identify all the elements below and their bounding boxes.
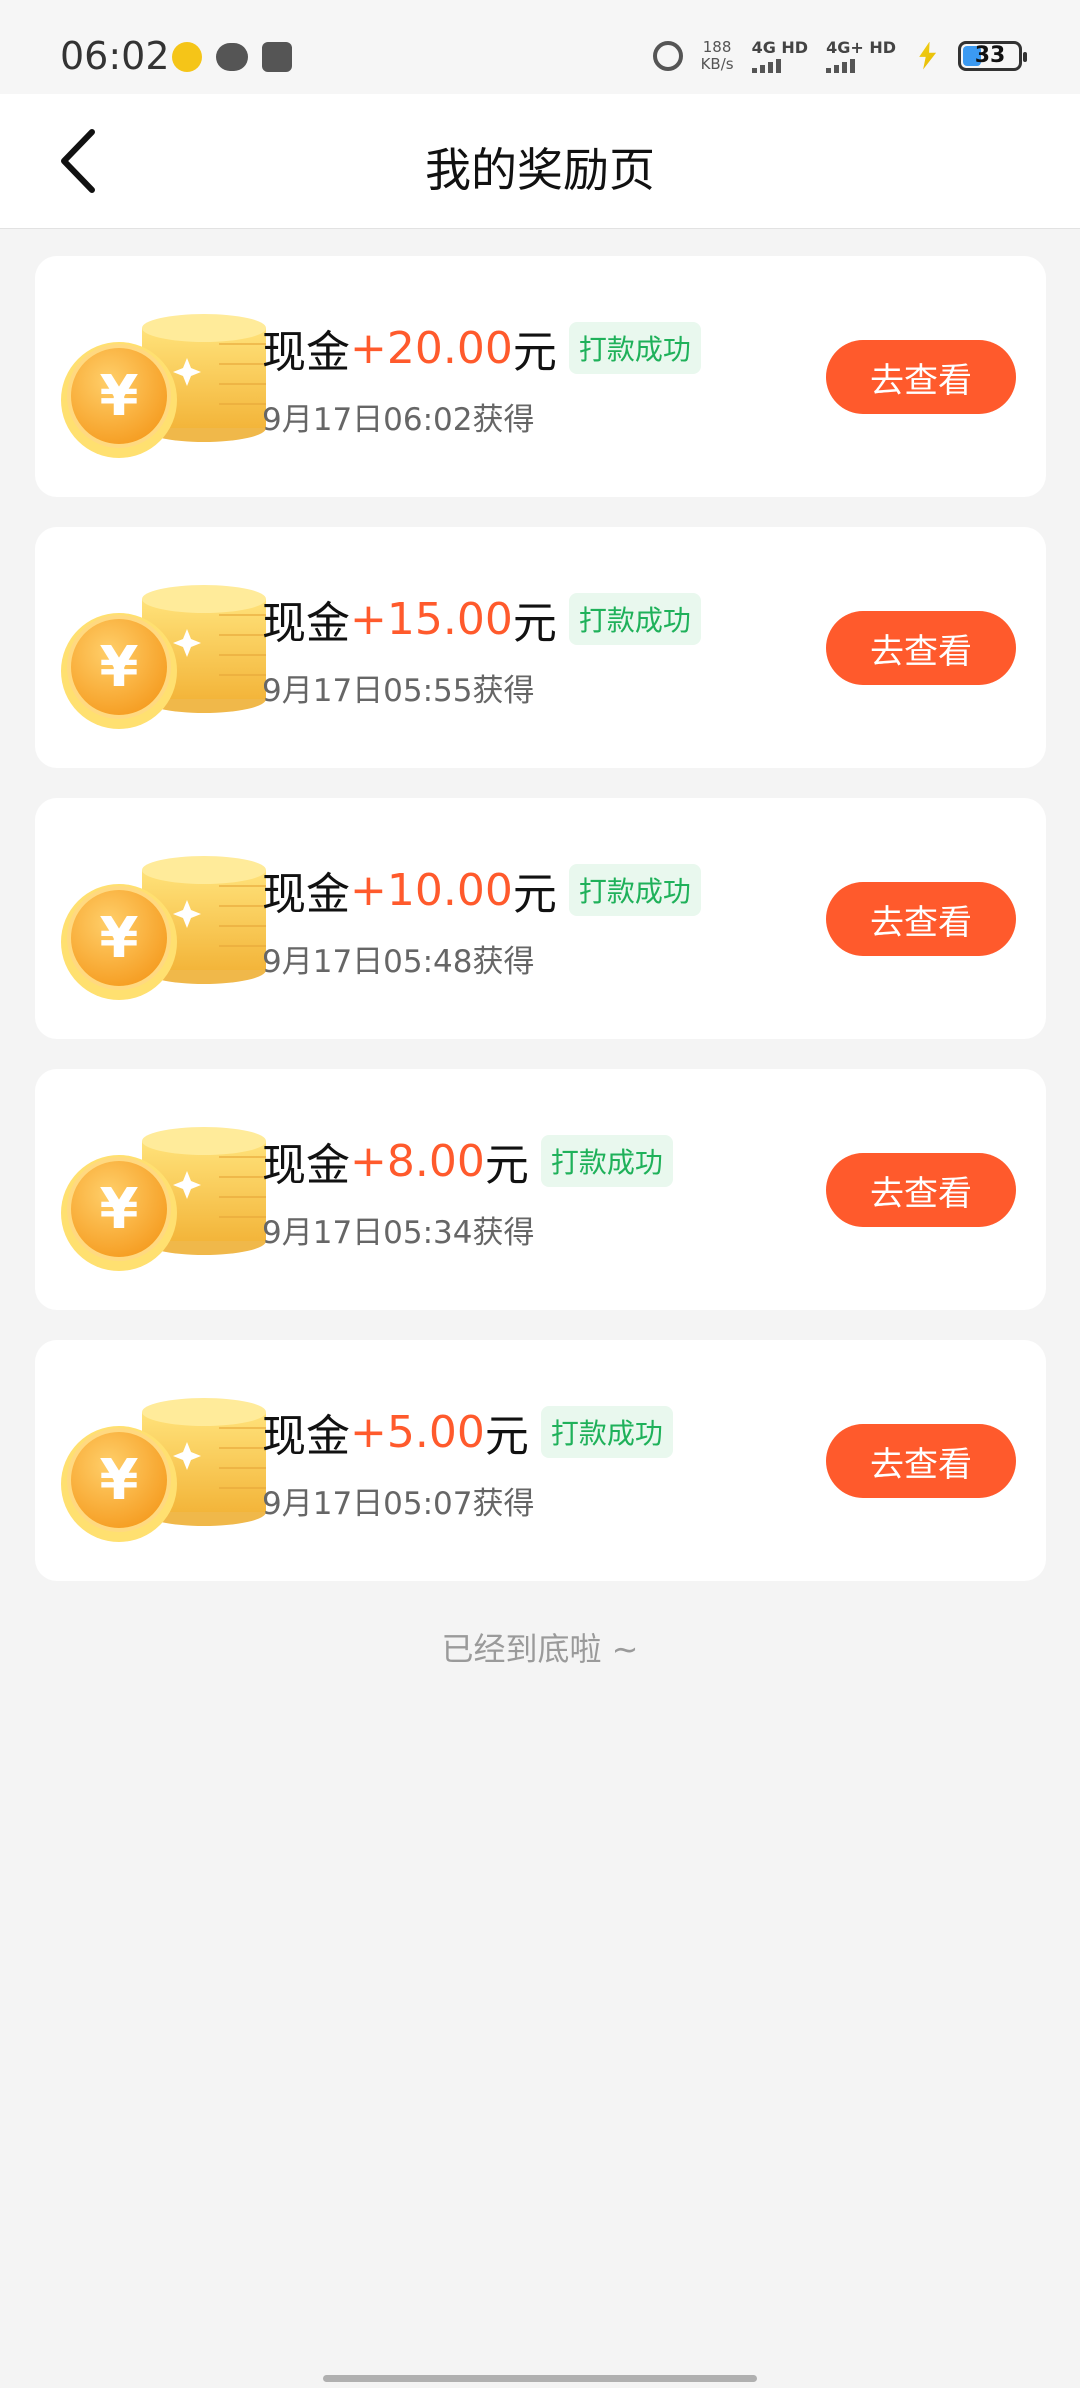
network-1-label: 4G HD <box>751 38 809 57</box>
reward-label: 现金 <box>262 598 350 649</box>
reward-card: ¥ 现金 +8.00 元 打款成功 9月17日05:34获得 去查看 <box>35 1069 1046 1310</box>
reward-card: ¥ 现金 +15.00 元 打款成功 9月17日05:55获得 去查看 <box>35 527 1046 768</box>
battery-icon: 33 <box>958 40 1027 71</box>
status-bar: 06:02 188 KB/s 4G HD 4G+ HD 33 <box>0 0 1080 94</box>
svg-text:¥: ¥ <box>100 906 139 971</box>
app-notification-icon <box>262 42 292 72</box>
view-button[interactable]: 去查看 <box>826 882 1016 956</box>
view-button[interactable]: 去查看 <box>826 611 1016 685</box>
view-button[interactable]: 去查看 <box>826 340 1016 414</box>
yuan-coin-stack-icon: ¥ <box>61 314 266 458</box>
network-speed-value: 188 <box>702 37 732 56</box>
reward-time: 9月17日05:34获得 <box>262 1215 535 1251</box>
battery-level: 33 <box>974 43 1006 68</box>
status-badge: 打款成功 <box>568 322 701 374</box>
yuan-coin-stack-icon: ¥ <box>61 585 266 729</box>
reward-amount: +5.00 <box>350 1406 485 1458</box>
status-notification-icons <box>172 42 292 72</box>
coin-notification-icon <box>172 42 202 72</box>
status-badge: 打款成功 <box>540 1406 673 1458</box>
yuan-coin-stack-icon: ¥ <box>61 856 266 1000</box>
yuan-coin-stack-icon: ¥ <box>61 1127 266 1271</box>
reward-unit: 元 <box>512 598 557 649</box>
reward-time: 9月17日05:07获得 <box>262 1486 535 1522</box>
charging-icon <box>919 41 937 70</box>
reward-title: 现金 +15.00 元 打款成功 <box>262 587 701 651</box>
reward-label: 现金 <box>262 327 350 378</box>
status-time: 06:02 <box>60 34 170 78</box>
reward-amount: +15.00 <box>350 593 513 645</box>
reward-amount: +8.00 <box>350 1135 485 1187</box>
svg-text:¥: ¥ <box>100 364 139 429</box>
reward-label: 现金 <box>262 1140 350 1191</box>
status-right-icons: 188 KB/s 4G HD 4G+ HD 33 <box>652 37 1027 73</box>
reward-unit: 元 <box>512 327 557 378</box>
status-badge: 打款成功 <box>540 1135 673 1187</box>
reward-label: 现金 <box>262 1411 350 1462</box>
page-header: 我的奖励页 <box>0 94 1080 229</box>
network-speed-unit: KB/s <box>700 54 734 73</box>
network-2-label: 4G+ HD <box>826 38 896 57</box>
signal-1: 4G HD <box>751 38 809 73</box>
reward-card: ¥ 现金 +10.00 元 打款成功 9月17日05:48获得 去查看 <box>35 798 1046 1039</box>
reward-list: ¥ 现金 +20.00 元 打款成功 9月17日06:02获得 去查看 ¥ 现金… <box>35 256 1046 1611</box>
alarm-icon <box>652 40 683 71</box>
reward-title: 现金 +20.00 元 打款成功 <box>262 316 701 380</box>
reward-time: 9月17日05:48获得 <box>262 944 535 980</box>
svg-text:¥: ¥ <box>100 635 139 700</box>
svg-text:¥: ¥ <box>100 1448 139 1513</box>
reward-title: 现金 +10.00 元 打款成功 <box>262 858 701 922</box>
page-title: 我的奖励页 <box>425 143 655 197</box>
svg-text:¥: ¥ <box>100 1177 139 1242</box>
reward-card: ¥ 现金 +20.00 元 打款成功 9月17日06:02获得 去查看 <box>35 256 1046 497</box>
reward-unit: 元 <box>484 1140 529 1191</box>
view-button[interactable]: 去查看 <box>826 1153 1016 1227</box>
signal-bars-icon <box>826 59 896 73</box>
signal-2: 4G+ HD <box>826 38 896 73</box>
reward-title: 现金 +5.00 元 打款成功 <box>262 1400 673 1464</box>
reward-amount: +10.00 <box>350 864 513 916</box>
signal-bars-icon <box>751 59 809 73</box>
message-notification-icon <box>216 43 248 71</box>
view-button[interactable]: 去查看 <box>826 1424 1016 1498</box>
status-badge: 打款成功 <box>568 593 701 645</box>
reward-time: 9月17日06:02获得 <box>262 402 535 438</box>
home-indicator[interactable] <box>323 2375 757 2382</box>
list-end-text: 已经到底啦 ~ <box>441 1630 639 1668</box>
reward-label: 现金 <box>262 869 350 920</box>
reward-unit: 元 <box>484 1411 529 1462</box>
yuan-coin-stack-icon: ¥ <box>61 1398 266 1542</box>
reward-unit: 元 <box>512 869 557 920</box>
reward-title: 现金 +8.00 元 打款成功 <box>262 1129 673 1193</box>
network-speed: 188 KB/s <box>700 37 734 73</box>
reward-time: 9月17日05:55获得 <box>262 673 535 709</box>
reward-card: ¥ 现金 +5.00 元 打款成功 9月17日05:07获得 去查看 <box>35 1340 1046 1581</box>
status-badge: 打款成功 <box>568 864 701 916</box>
reward-amount: +20.00 <box>350 322 513 374</box>
